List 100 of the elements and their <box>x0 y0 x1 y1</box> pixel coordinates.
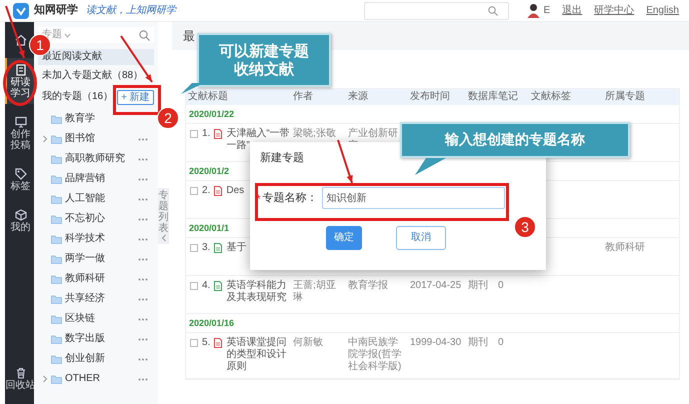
folder-icon <box>51 314 62 324</box>
folder-item[interactable]: 共享经济 <box>38 289 154 309</box>
document-title[interactable]: 基于 <box>226 242 246 254</box>
column-header: 所属专题 <box>604 91 646 103</box>
folder-icon <box>51 194 62 204</box>
more-icon[interactable] <box>138 338 148 340</box>
column-header: 作者 <box>292 91 314 103</box>
more-icon[interactable] <box>138 318 148 320</box>
folder-item[interactable]: 两学一做 <box>38 249 154 269</box>
table-cell: 王蔷;胡亚琳 <box>293 280 336 303</box>
folder-item[interactable]: 高职教师研究 <box>38 149 154 169</box>
more-icon[interactable] <box>138 378 148 380</box>
folder-item[interactable]: 教师科研 <box>38 269 154 289</box>
step-marker: 2 <box>157 107 179 129</box>
callout-text: 收纳文献 <box>234 60 294 78</box>
folder-item[interactable]: 品牌营销 <box>38 169 154 189</box>
chevron-icon[interactable] <box>42 375 48 383</box>
table-cell: 梁晓;张敬 <box>293 128 336 139</box>
row-number: 4. <box>202 280 210 293</box>
folder-icon <box>51 274 62 284</box>
field-label: 专题名称： <box>262 192 318 205</box>
new-topic-button[interactable]: + 新建 <box>117 90 154 104</box>
row-number: 1. <box>202 128 210 141</box>
column-header: 来源 <box>347 91 369 103</box>
table-cell: 教育学报 <box>348 280 388 291</box>
callout-text: 可以新建专题 <box>219 42 309 60</box>
nav-item[interactable]: 我的 <box>5 203 34 238</box>
folder-item[interactable]: OTHER <box>38 369 154 389</box>
more-icon[interactable] <box>138 278 148 280</box>
user-name[interactable]: E <box>544 4 550 16</box>
chevron-icon <box>160 234 166 242</box>
folder-item[interactable]: 创业创新 <box>38 349 154 369</box>
column-header: 发布时间 <box>409 91 451 103</box>
column-header: 文献标题 <box>187 91 229 103</box>
more-icon[interactable] <box>138 238 148 240</box>
annotation-arrow <box>5 6 25 58</box>
table-cell: 1999-04-30 <box>410 337 462 348</box>
folder-item[interactable]: 科学技术 <box>38 229 154 249</box>
name-field[interactable]: 知识创新 <box>322 187 505 210</box>
more-icon[interactable] <box>138 198 148 200</box>
folder-item[interactable]: 不忘初心 <box>38 209 154 229</box>
more-icon[interactable] <box>138 258 148 260</box>
folder-item[interactable]: 人工智能 <box>38 189 154 209</box>
folder-item[interactable]: 图书馆 <box>38 129 154 149</box>
notebook-icon <box>14 63 28 77</box>
folder-icon <box>51 294 62 304</box>
search-icon[interactable] <box>488 6 498 16</box>
column-header: 数据库 <box>467 91 496 103</box>
table-cell: 0 <box>498 337 504 348</box>
more-icon[interactable] <box>138 138 148 140</box>
page-title: 最 <box>183 28 195 44</box>
checkbox[interactable] <box>190 187 198 195</box>
center-link[interactable]: 研学中心 <box>594 4 634 16</box>
column-header: 文献标签 <box>530 91 572 103</box>
document-title[interactable]: 英语课堂提问的类型和设计原则 <box>226 337 291 373</box>
folder-item[interactable]: 教育学 <box>38 109 154 129</box>
more-icon[interactable] <box>138 178 148 180</box>
row-number: 2. <box>202 185 210 197</box>
cancel-button[interactable]: 取消 <box>396 226 446 250</box>
folder-icon <box>51 254 62 264</box>
search-icon[interactable] <box>139 30 150 40</box>
folder-icon <box>51 234 62 244</box>
checkbox[interactable] <box>190 244 198 252</box>
checkbox[interactable] <box>190 130 198 138</box>
table-cell: 2017-04-25 <box>410 280 462 291</box>
more-icon[interactable] <box>138 358 148 360</box>
avatar-icon[interactable] <box>526 3 540 18</box>
row-number: 5. <box>202 337 210 350</box>
folder-icon <box>51 154 62 164</box>
search-field[interactable] <box>364 2 509 20</box>
folder-icon <box>51 114 62 124</box>
more-icon[interactable] <box>138 298 148 300</box>
language-link[interactable]: English <box>646 4 679 16</box>
annotation-arrow <box>120 35 153 83</box>
document-title[interactable]: 英语学科能力及其表现研究 <box>226 280 291 304</box>
chevron-icon[interactable] <box>42 135 48 143</box>
more-icon[interactable] <box>138 158 148 160</box>
date-heading: 2020/01/16 <box>186 314 679 333</box>
logo-icon <box>13 2 29 18</box>
table-cell: 0 <box>498 280 504 291</box>
checkbox[interactable] <box>190 282 198 290</box>
caret-icon <box>64 32 71 38</box>
checkbox[interactable] <box>190 339 198 347</box>
folder-icon <box>51 334 62 344</box>
folder-icon <box>51 214 62 224</box>
table-cell: 期刊 <box>468 337 488 348</box>
highlight-frame <box>113 85 161 115</box>
folder-item[interactable]: 区块链 <box>38 309 154 329</box>
folder-icon <box>51 134 62 144</box>
list-item[interactable]: 未加入专题文献（88） <box>38 68 154 84</box>
logout-link[interactable]: 退出 <box>562 4 582 16</box>
document-title[interactable]: 天津融入“一带一路” <box>226 128 291 152</box>
more-icon[interactable] <box>138 218 148 220</box>
folder-item[interactable]: 数字出版 <box>38 329 154 349</box>
document-title[interactable]: Des <box>226 185 244 197</box>
home-icon[interactable] <box>14 33 28 47</box>
nav-item[interactable]: 创作投稿 <box>5 110 34 156</box>
nav-item[interactable]: 标签 <box>5 162 34 197</box>
table-cell: 教师科研 <box>605 242 645 253</box>
folder-icon <box>51 374 62 384</box>
